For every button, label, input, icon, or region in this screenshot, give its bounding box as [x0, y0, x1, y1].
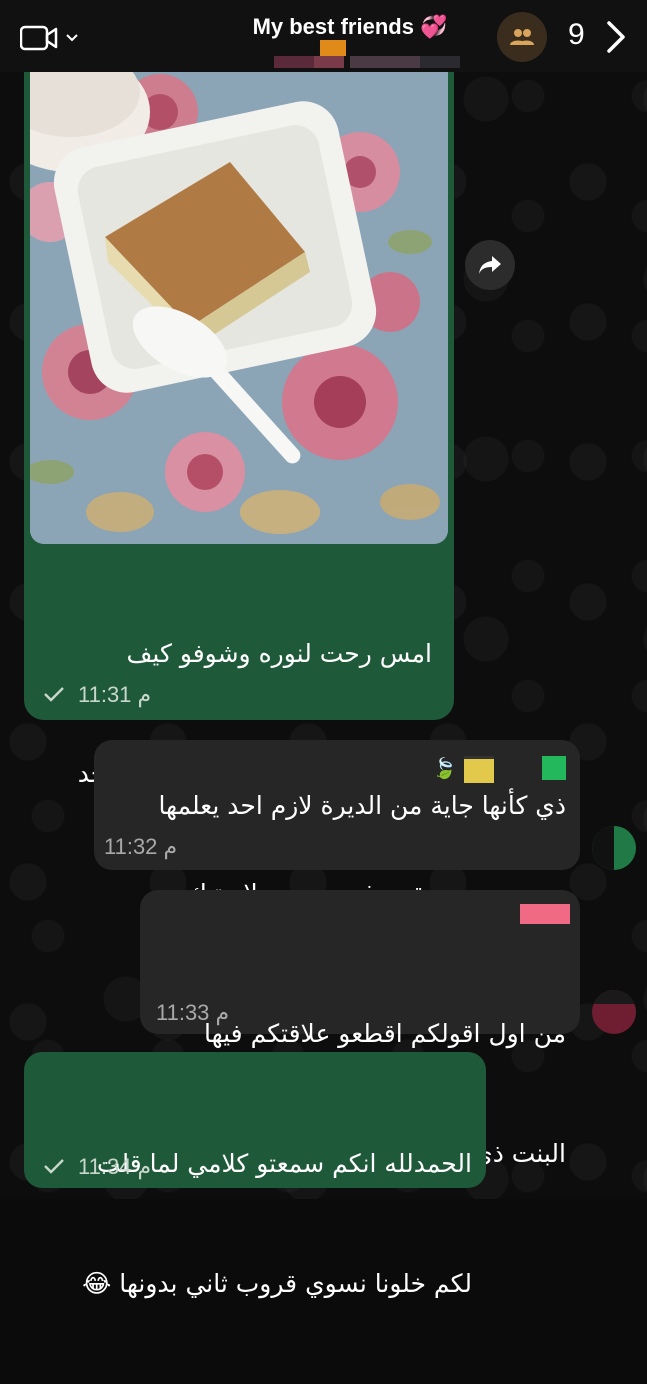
sent-check-icon	[44, 687, 64, 702]
group-title[interactable]: My best friends 💞	[220, 14, 480, 40]
chevron-down-icon[interactable]	[66, 34, 78, 42]
forward-button[interactable]	[465, 240, 515, 290]
forward-icon	[479, 256, 501, 274]
message-time: 11:32 م	[104, 834, 178, 859]
group-subtitle-redacted	[270, 40, 470, 70]
video-call-icon[interactable]	[20, 24, 60, 52]
message-time: 11:34 م	[78, 1154, 152, 1179]
message-bubble-photo[interactable]: امس رحت لنوره وشوفو كيف قدمت لي الحلا تف…	[24, 72, 454, 908]
group-info-button[interactable]	[497, 12, 547, 62]
dessert-photo[interactable]	[30, 72, 448, 544]
sent-check-icon	[44, 1159, 64, 1174]
message-bubble-outgoing[interactable]: 🍃 ذي كأنها جاية من الديرة لازم احد يعلمه…	[94, 740, 580, 870]
message-time: 11:31 م	[78, 682, 152, 707]
message-time: 11:33 م	[156, 1000, 230, 1025]
reply-sender-marks: 🍃	[432, 754, 572, 783]
reply-sender-marks	[520, 904, 570, 924]
message-text: ذي كأنها جاية من الديرة لازم احد يعلمها	[158, 791, 566, 820]
group-icon	[510, 29, 534, 45]
message-bubble-outgoing[interactable]: من اول اقولكم اقطعو علاقتكم فيها البنت ذ…	[140, 890, 580, 1168]
participant-count[interactable]: 9	[568, 18, 585, 52]
message-bubble-incoming[interactable]: الحمدلله انكم سمعتو كلامي لما قلت لكم خل…	[24, 1052, 486, 1298]
message-text-line: لكم خلونا نسوي قروب ثاني بدونها 😂	[82, 1269, 472, 1298]
sender-avatar[interactable]	[592, 990, 636, 1034]
chat-header: My best friends 💞 9	[0, 0, 647, 72]
chevron-right-icon[interactable]	[604, 20, 628, 54]
sender-avatar[interactable]	[592, 826, 636, 870]
message-text-line: امس رحت لنوره وشوفو كيف	[126, 639, 432, 668]
leaf-icon: 🍃	[432, 756, 457, 780]
